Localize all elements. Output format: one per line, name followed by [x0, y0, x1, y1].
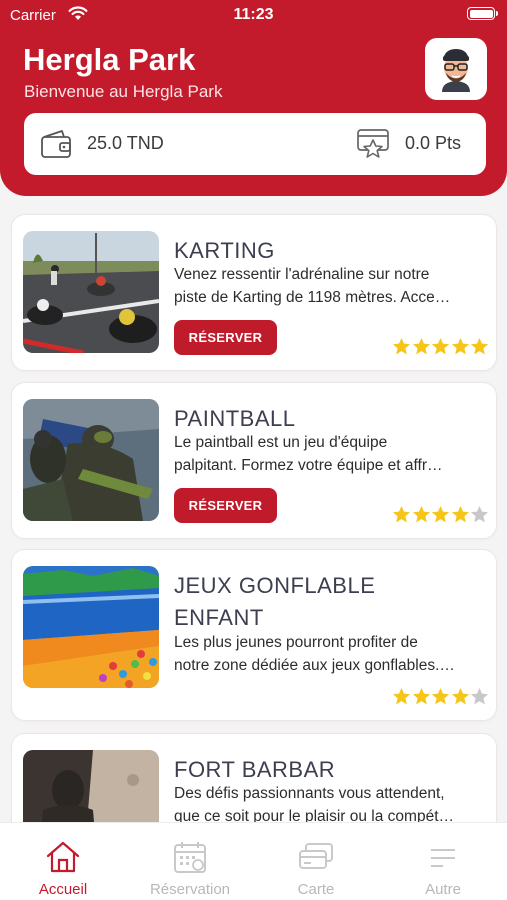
star-filled-icon [451, 505, 469, 523]
tab-accueil[interactable]: Accueil [0, 823, 126, 900]
star-filled-icon [431, 505, 450, 523]
avatar[interactable] [425, 38, 487, 100]
memoji-avatar-icon [442, 49, 470, 92]
activity-description: Les plus jeunes pourront profiter de notr… [174, 634, 455, 674]
loyalty-points: 0.0 Pts [405, 133, 462, 153]
wallet-icon [40, 129, 72, 164]
rating-stars [392, 687, 490, 706]
activity-card-fort-barbar[interactable]: FORT BARBAR Des défis passionnants vous … [11, 733, 497, 822]
calendar-icon [172, 840, 208, 879]
star-filled-icon [451, 687, 469, 705]
clock: 11:23 [233, 6, 274, 23]
tab-carte[interactable]: Carte [253, 823, 379, 900]
star-filled-icon [412, 337, 430, 355]
menu-icon [425, 840, 461, 879]
page-subtitle: Bienvenue au Hergla Park [24, 82, 223, 101]
status-bar: Carrier 11:23 [0, 0, 507, 30]
page-title: Hergla Park [23, 42, 196, 77]
star-empty-icon [470, 505, 489, 523]
activity-description: Le paintball est un jeu d'équipe palpitan… [174, 434, 443, 474]
activity-image [23, 231, 159, 353]
app-header: Carrier 11:23 Hergla Park Bienvenue au H… [0, 0, 507, 196]
cards-icon [298, 840, 334, 879]
reserve-button[interactable]: RÉSERVER [174, 488, 277, 523]
star-filled-icon [392, 337, 411, 355]
activity-card-jeux-gonflable[interactable]: JEUX GONFLABLE ENFANT Les plus jeunes pou… [11, 549, 497, 721]
wallet-card: 25.0 TND 0.0 Pts [24, 113, 486, 175]
home-icon [45, 840, 81, 879]
activity-description: Des défis passionnants vous attendent, qu… [174, 785, 455, 822]
tab-label: Accueil [38, 881, 88, 898]
star-filled-icon [431, 687, 450, 705]
activity-card-karting[interactable]: KARTING Venez ressentir l'adrénaline sur… [11, 214, 497, 371]
tab-label: Carte [297, 881, 335, 898]
tab-reservation[interactable]: Réservation [127, 823, 253, 900]
tab-label: Réservation [149, 881, 231, 898]
star-filled-icon [412, 687, 430, 705]
star-empty-icon [470, 687, 489, 705]
star-filled-icon [412, 505, 430, 523]
wallet-balance: 25.0 TND [87, 133, 164, 153]
activity-image [23, 566, 159, 688]
rating-stars [392, 505, 490, 524]
loyalty-card-icon [356, 127, 390, 166]
star-filled-icon [451, 337, 469, 355]
tab-bar: Accueil Réservation Carte Autre [0, 822, 507, 900]
star-filled-icon [392, 687, 411, 705]
star-filled-icon [431, 337, 450, 355]
activity-list[interactable]: KARTING Venez ressentir l'adrénaline sur… [0, 196, 507, 822]
star-filled-icon [470, 337, 489, 355]
activity-card-paintball[interactable]: PAINTBALL Le paintball est un jeu d'équi… [11, 382, 497, 539]
battery-icon [467, 7, 498, 20]
reserve-button[interactable]: RÉSERVER [174, 320, 277, 355]
tab-autre[interactable]: Autre [380, 823, 506, 900]
activity-image [23, 399, 159, 521]
activity-title: JEUX GONFLABLE ENFANT [174, 573, 376, 630]
activity-description: Venez ressentir l'adrénaline sur notre pi… [174, 266, 451, 306]
tab-label: Autre [425, 881, 461, 898]
star-filled-icon [392, 505, 411, 523]
activity-image [23, 750, 159, 822]
rating-stars [392, 337, 490, 356]
